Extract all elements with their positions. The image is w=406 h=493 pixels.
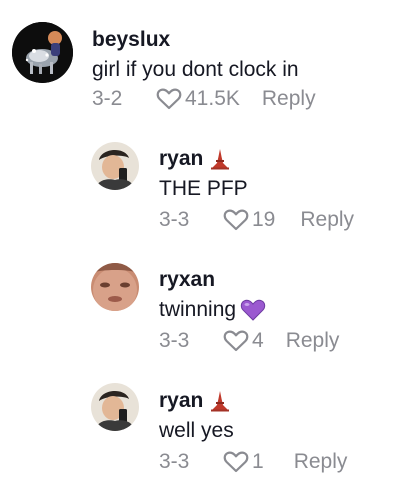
like-count: 1 [252,450,264,473]
reply-button[interactable]: Reply [294,450,348,474]
person-selfie-avatar-icon [91,383,139,431]
comment-date: 3-3 [159,208,190,231]
comment-date: 3-2 [92,87,123,110]
reply-button[interactable]: Reply [286,329,340,353]
heart-outline-icon [156,88,182,110]
tower-emoji-icon [211,149,230,170]
comment-meta: 3-2 41.5K Reply [92,87,316,111]
comment-text: well yes [159,419,234,443]
heart-outline-icon [223,330,249,352]
person-selfie-avatar-icon [91,142,139,190]
comment-text: twinning [159,298,266,322]
comment-body: girl if you dont clock in [92,58,299,81]
comment-item: ryxan twinning 3-3 4 Reply [0,250,406,371]
purple-heart-emoji-icon [240,299,266,321]
like-count: 19 [252,208,276,231]
comment-date: 3-3 [159,450,190,473]
comment-username[interactable]: ryan [159,147,231,171]
like-button[interactable]: 19 [223,208,275,232]
comment-meta: 3-3 1 Reply [159,450,347,474]
user-avatar[interactable] [91,142,139,190]
comment-username[interactable]: ryan [159,389,231,413]
user-avatar[interactable] [91,263,139,311]
comment-username[interactable]: beyslux [92,28,170,52]
comment-body: THE PFP [159,177,248,200]
sparkly-figure-avatar-icon [12,22,73,83]
reply-button[interactable]: Reply [300,208,354,232]
comment-date: 3-3 [159,329,190,352]
comment-item: ryan THE PFP 3-3 19 Reply [0,130,406,250]
comment-text: THE PFP [159,177,248,201]
like-button[interactable]: 41.5K [156,87,240,111]
like-count: 4 [252,329,264,352]
heart-outline-icon [223,209,249,231]
comment-meta: 3-3 4 Reply [159,329,339,353]
comment-body: well yes [159,419,234,442]
username-text[interactable]: beyslux [92,28,170,52]
comment-text: girl if you dont clock in [92,58,299,82]
comment-item: beyslux girl if you dont clock in 3-2 41… [0,0,406,130]
like-button[interactable]: 1 [223,450,264,474]
tower-emoji-icon [211,391,230,412]
username-text[interactable]: ryxan [159,268,215,292]
heart-outline-icon [223,451,249,473]
user-avatar[interactable] [12,22,73,83]
comment-body: twinning [159,298,237,321]
face-closeup-avatar-icon [91,263,139,311]
like-button[interactable]: 4 [223,329,264,353]
comment-meta: 3-3 19 Reply [159,208,354,232]
like-count: 41.5K [185,87,240,110]
username-text[interactable]: ryan [159,147,203,171]
comment-username[interactable]: ryxan [159,268,215,292]
comment-item: ryan well yes 3-3 1 Reply [0,371,406,493]
reply-button[interactable]: Reply [262,87,316,111]
user-avatar[interactable] [91,383,139,431]
username-text[interactable]: ryan [159,389,203,413]
